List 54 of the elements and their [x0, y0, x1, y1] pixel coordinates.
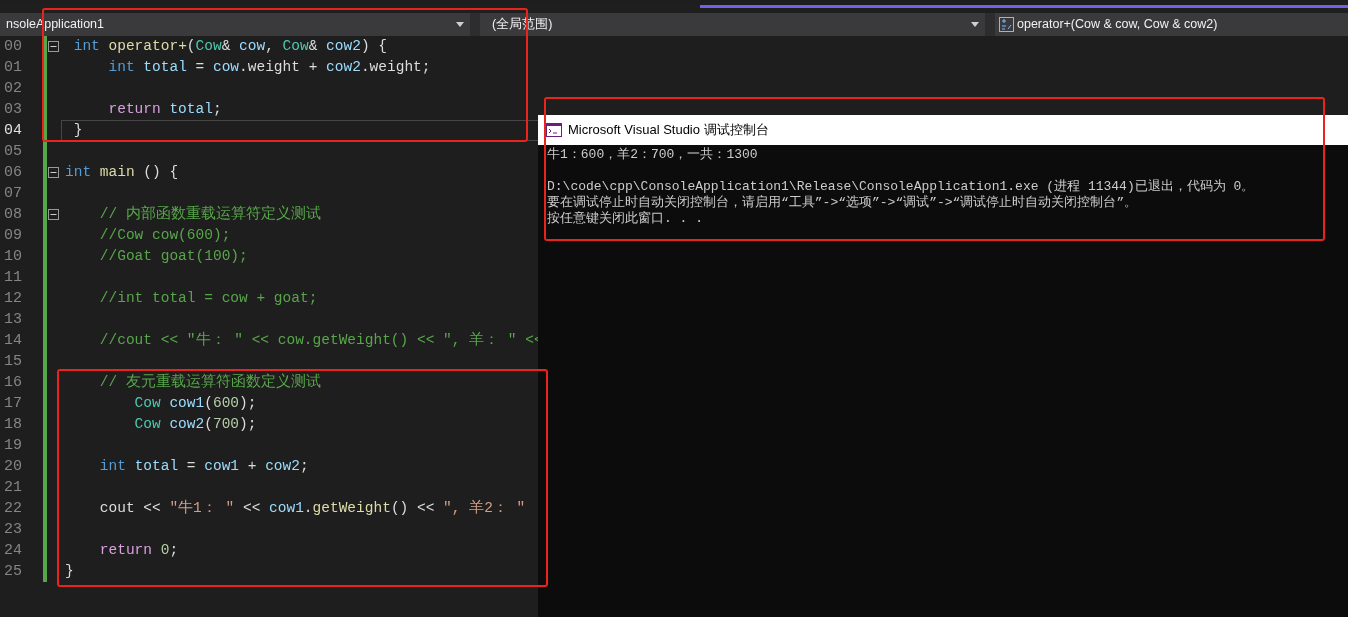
console-output-line: D:\code\cpp\ConsoleApplication1\Release\ConsoleApplication1.exe (进程 11344)已退出，代码为 0。: [547, 179, 1256, 195]
caret-icon: [456, 22, 464, 27]
code-line: }: [64, 562, 75, 581]
window-title: Microsoft Visual Studio 调试控制台: [568, 121, 769, 140]
code-line: int total = cow1 + cow2;: [98, 457, 310, 476]
collapse-icon[interactable]: [48, 209, 59, 220]
code-line: int operator+(Cow& cow, Cow& cow2) {: [72, 37, 388, 56]
line-number: 19: [3, 436, 22, 456]
code-line: // 内部函数重载运算符定义测试: [98, 204, 322, 224]
code-line: Cow cow1(600);: [133, 394, 258, 413]
code-line: int main () {: [64, 163, 180, 182]
code-line: return 0;: [98, 541, 180, 560]
console-icon: [546, 123, 562, 137]
function-icon: [999, 17, 1014, 32]
code-line: //int total = cow + goat;: [98, 289, 319, 308]
line-number: 25: [3, 562, 22, 582]
line-number: 00: [3, 37, 22, 57]
line-number: 21: [3, 478, 22, 498]
line-number: 11: [3, 268, 22, 288]
code-line: return total;: [107, 100, 223, 119]
code-line: //Goat goat(100);: [98, 247, 249, 266]
line-number: 08: [3, 205, 22, 225]
line-number: 14: [3, 331, 22, 351]
code-line: // 友元重载运算符函数定义测试: [98, 372, 322, 392]
line-number: 12: [3, 289, 22, 309]
line-number: 02: [3, 79, 22, 99]
line-number: 13: [3, 310, 22, 330]
line-number: 22: [3, 499, 22, 519]
code-line: int total = cow.weight + cow2.weight;: [107, 58, 432, 77]
line-number: 18: [3, 415, 22, 435]
line-number: 10: [3, 247, 22, 267]
line-number: 01: [3, 58, 22, 78]
line-number: 03: [3, 100, 22, 120]
caret-icon: [971, 22, 979, 27]
code-line: //Cow cow(600);: [98, 226, 232, 245]
code-line: cout << "牛1： " << cow1.getWeight() << ", 羊2： ": [98, 498, 527, 518]
line-number: 09: [3, 226, 22, 246]
line-number: 17: [3, 394, 22, 414]
line-number: 07: [3, 184, 22, 204]
line-number: 15: [3, 352, 22, 372]
collapse-icon[interactable]: [48, 167, 59, 178]
member-dropdown[interactable]: operator+(Cow & cow, Cow & cow2): [995, 13, 1348, 36]
line-number: 16: [3, 373, 22, 393]
line-number: 04: [3, 121, 22, 141]
line-number: 20: [3, 457, 22, 477]
line-number: 05: [3, 142, 22, 162]
line-number: 06: [3, 163, 22, 183]
line-number: 24: [3, 541, 22, 561]
console-output-line: 按任意键关闭此窗口. . .: [547, 211, 704, 227]
line-number: 23: [3, 520, 22, 540]
collapse-icon[interactable]: [48, 41, 59, 52]
console-output-line: 要在调试停止时自动关闭控制台，请启用“工具”->“选项”->“调试”->“调试停止时自动关闭控制台”。: [547, 195, 1139, 211]
code-line: Cow cow2(700);: [133, 415, 258, 434]
console-output-line: 牛1：600，羊2：700，一共：1300: [547, 147, 759, 163]
